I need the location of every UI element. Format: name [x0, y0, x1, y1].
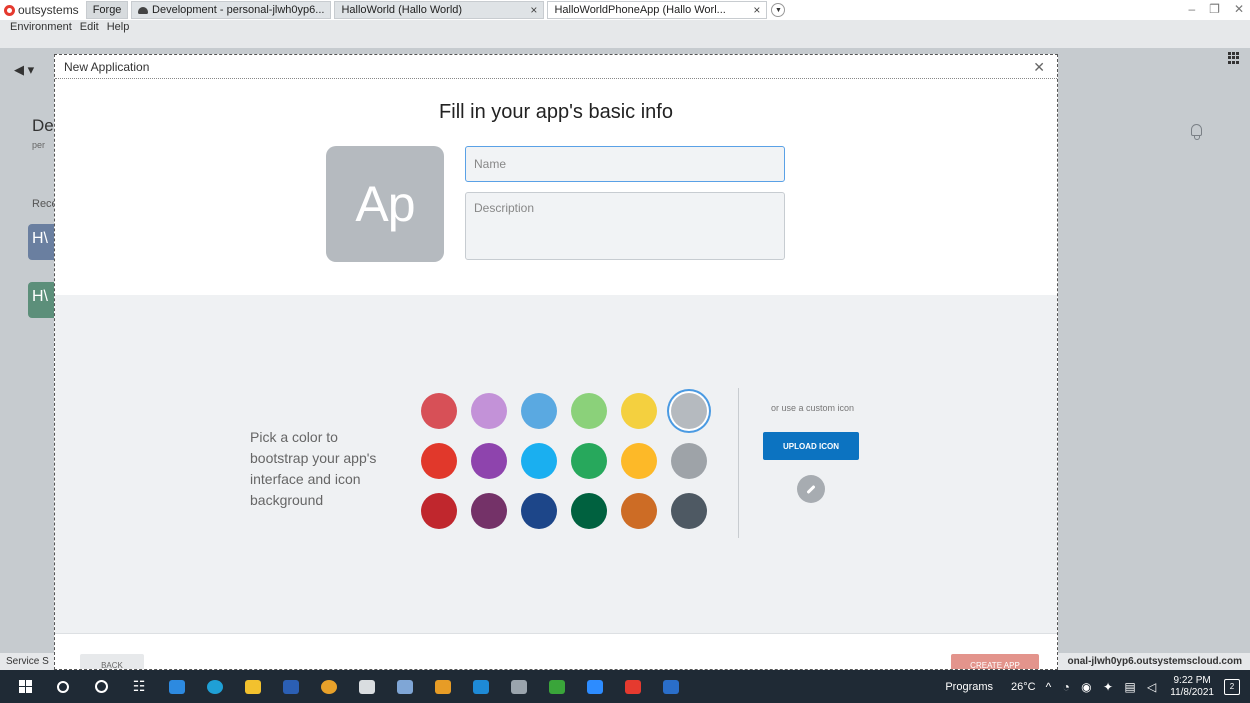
- color-swatch[interactable]: [521, 443, 557, 479]
- zoom-icon[interactable]: [582, 677, 608, 697]
- color-swatch[interactable]: [471, 443, 507, 479]
- color-swatch[interactable]: [671, 493, 707, 529]
- color-swatch[interactable]: [521, 393, 557, 429]
- color-swatch[interactable]: [671, 443, 707, 479]
- outsystems-icon[interactable]: [620, 677, 646, 697]
- close-window-icon[interactable]: ✕: [1234, 2, 1244, 16]
- color-picker-icon[interactable]: [797, 475, 825, 503]
- bg-environment-subtitle: per: [32, 140, 46, 150]
- word-icon[interactable]: [278, 677, 304, 697]
- status-server-url: onal-jlwh0yp6.outsystemscloud.com: [1067, 656, 1242, 667]
- search-icon[interactable]: [50, 677, 76, 697]
- sublime-icon[interactable]: [430, 677, 456, 697]
- color-section: Pick a color to bootstrap your app's int…: [55, 295, 1057, 633]
- window-controls: – ❐ ✕: [1188, 2, 1244, 16]
- color-swatch[interactable]: [471, 393, 507, 429]
- clock-date: 11/8/2021: [1170, 686, 1214, 698]
- tab-halloworldphoneapp[interactable]: HalloWorldPhoneApp (Hallo Worl... ×: [547, 1, 768, 19]
- chrome-icon[interactable]: [316, 677, 342, 697]
- basic-info-section: Fill in your app's basic info Ap: [55, 79, 1057, 295]
- menu-edit[interactable]: Edit: [80, 20, 99, 34]
- color-swatch[interactable]: [571, 493, 607, 529]
- cortana-icon[interactable]: [88, 677, 114, 697]
- tab-halloworldphoneapp-label: HalloWorldPhoneApp (Hallo Worl...: [554, 4, 726, 16]
- section-divider: [738, 388, 739, 538]
- color-swatch[interactable]: [521, 493, 557, 529]
- menu-help[interactable]: Help: [107, 20, 130, 34]
- color-swatch[interactable]: [621, 393, 657, 429]
- task-view-icon[interactable]: ☷: [126, 677, 152, 697]
- dialog-header: New Application: [55, 55, 1057, 79]
- tab-dropdown-icon[interactable]: ▼: [771, 3, 786, 17]
- color-swatch[interactable]: [671, 393, 707, 429]
- bell-icon[interactable]: [1191, 124, 1202, 140]
- dialog-header-title: New Application: [64, 59, 150, 74]
- menu-bar: Environment Edit Help: [0, 20, 1250, 34]
- windows-start-icon[interactable]: [12, 677, 38, 697]
- create-app-button[interactable]: CREATE APP: [951, 654, 1039, 669]
- maps-icon[interactable]: [544, 677, 570, 697]
- apps-grid-icon[interactable]: [1228, 52, 1240, 64]
- tab-bar: outsystems Forge Development - personal-…: [0, 0, 1250, 20]
- minimize-icon[interactable]: –: [1188, 2, 1195, 16]
- edge-icon[interactable]: [202, 677, 228, 697]
- color-swatch[interactable]: [421, 393, 457, 429]
- mail-icon[interactable]: [164, 677, 190, 697]
- tab-halloworld[interactable]: HalloWorld (Hallo World) ×: [334, 1, 545, 19]
- name-input[interactable]: [465, 146, 785, 182]
- outsystems-logo-icon: [4, 4, 15, 16]
- color-swatch[interactable]: [421, 493, 457, 529]
- cloud-icon: [138, 6, 149, 14]
- windows-taskbar: ☷ Programs 26°C ^ ◔ ◉ ✦ ▤ ◁ 9:22 PM 11/8…: [0, 670, 1250, 703]
- close-icon[interactable]: ×: [745, 3, 760, 17]
- brand-label: outsystems: [18, 3, 79, 17]
- new-application-dialog: New Application ✕ Fill in your app's bas…: [54, 54, 1058, 670]
- terminal-icon[interactable]: [354, 677, 380, 697]
- upload-icon-button[interactable]: UPLOAD ICON: [763, 432, 859, 460]
- vscode-icon[interactable]: [468, 677, 494, 697]
- camera-icon[interactable]: [506, 677, 532, 697]
- clock-time: 9:22 PM: [1173, 674, 1211, 686]
- color-swatch[interactable]: [621, 493, 657, 529]
- file-explorer-icon[interactable]: [240, 677, 266, 697]
- close-icon[interactable]: ×: [522, 3, 537, 17]
- custom-icon-text: or use a custom icon: [770, 403, 855, 413]
- app-icon[interactable]: [392, 677, 418, 697]
- tab-forge-label: Forge: [92, 4, 122, 16]
- color-swatch[interactable]: [571, 443, 607, 479]
- status-service-text: Service S: [6, 656, 49, 667]
- app-icon-preview: Ap: [326, 146, 444, 262]
- back-arrow-icon[interactable]: ◀ ▾: [14, 62, 34, 78]
- restore-icon[interactable]: ❐: [1209, 2, 1220, 16]
- system-tray: Programs 26°C ^ ◔ ◉ ✦ ▤ ◁ 9:22 PM 11/8/2…: [945, 670, 1250, 703]
- color-swatch[interactable]: [421, 443, 457, 479]
- taskbar-clock[interactable]: 9:22 PM 11/8/2021: [1170, 675, 1214, 699]
- media-player-icon[interactable]: [658, 677, 684, 697]
- color-swatch[interactable]: [621, 443, 657, 479]
- dialog-title: Fill in your app's basic info: [439, 101, 673, 123]
- tab-development-label: Development - personal-jlwh0yp6...: [152, 4, 325, 16]
- color-swatch[interactable]: [571, 393, 607, 429]
- description-input[interactable]: [465, 192, 785, 260]
- weather-temperature[interactable]: 26°C: [1011, 681, 1036, 693]
- color-swatch-grid: [421, 393, 721, 543]
- tab-forge[interactable]: Forge: [85, 1, 129, 19]
- color-swatch[interactable]: [471, 493, 507, 529]
- tab-development[interactable]: Development - personal-jlwh0yp6...: [131, 1, 332, 19]
- tab-halloworld-label: HalloWorld (Hallo World): [341, 4, 463, 16]
- programs-label[interactable]: Programs: [945, 681, 993, 693]
- back-button[interactable]: BACK: [80, 654, 144, 669]
- dialog-footer: BACK CREATE APP: [55, 633, 1057, 669]
- menu-environment[interactable]: Environment: [10, 20, 72, 34]
- dialog-close-icon[interactable]: ✕: [1033, 59, 1045, 76]
- outsystems-brand[interactable]: outsystems: [0, 0, 83, 20]
- notification-center-icon[interactable]: 2: [1224, 678, 1240, 695]
- tray-icons[interactable]: ^ ◔ ◉ ✦ ▤ ◁: [1046, 680, 1161, 694]
- bg-environment-title: De: [32, 116, 54, 135]
- pick-color-text: Pick a color to bootstrap your app's int…: [250, 429, 377, 508]
